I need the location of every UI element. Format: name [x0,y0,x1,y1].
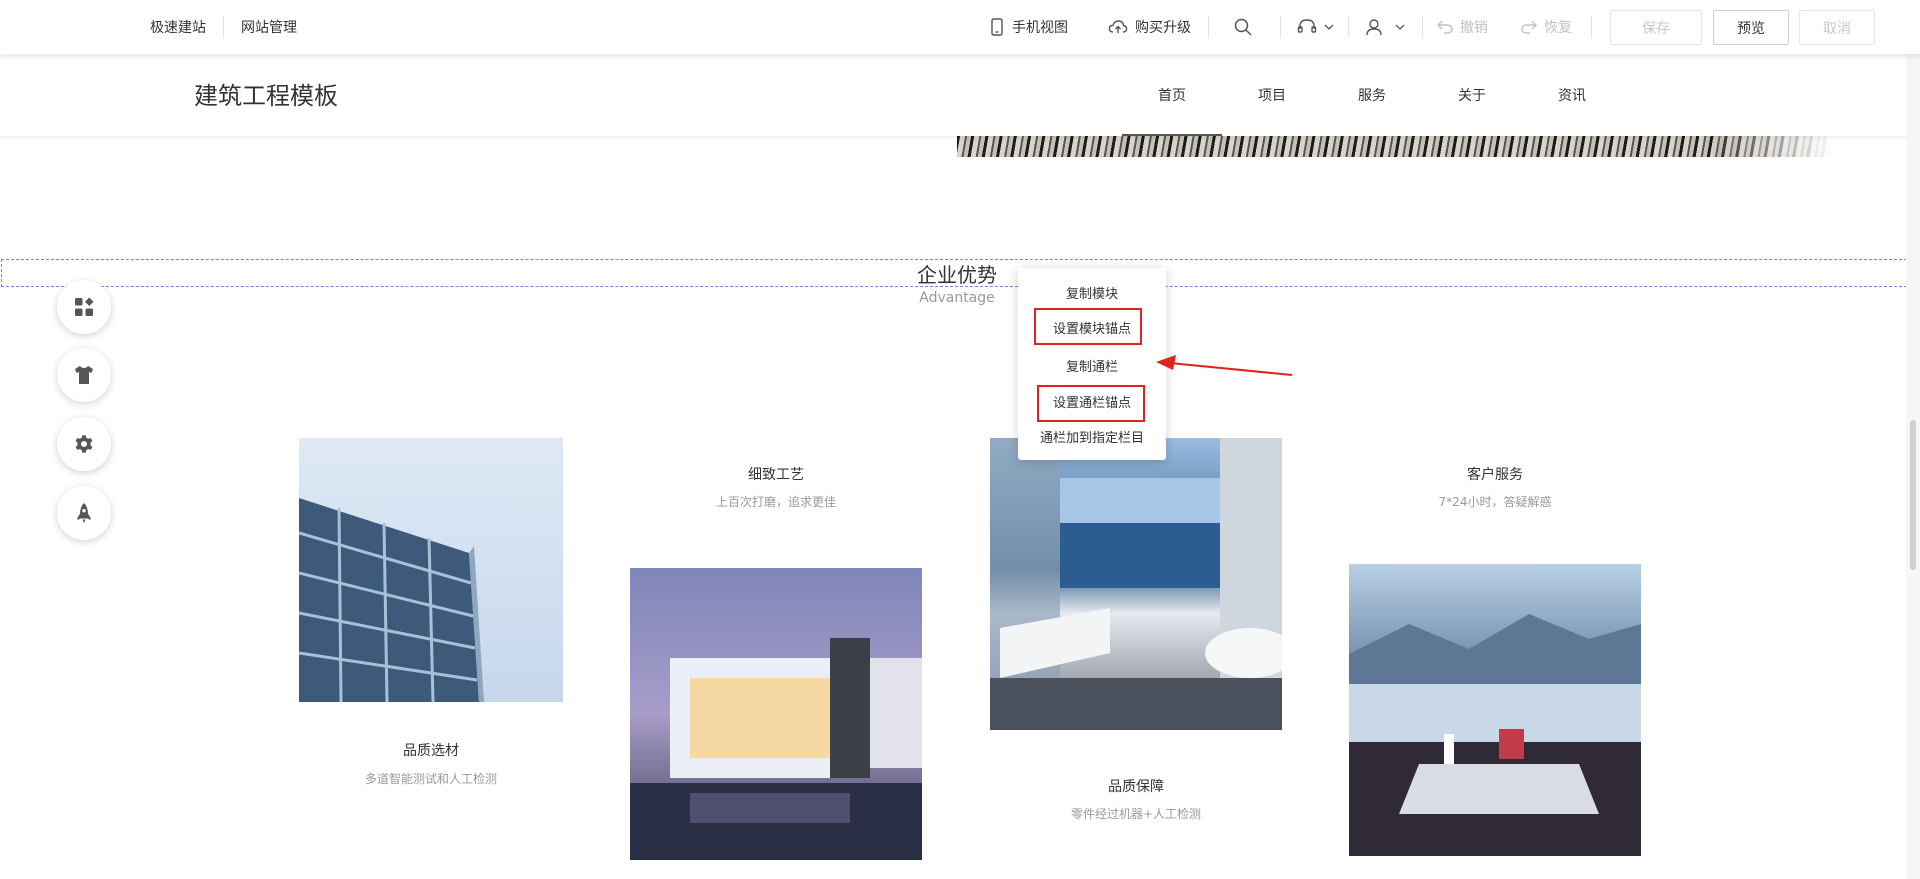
feature-subtitle: 多道智能测试和人工检测 [364,772,497,786]
publish-button[interactable] [57,486,111,540]
add-module-button[interactable] [57,280,111,334]
feature-image-materials[interactable] [299,438,563,702]
nav-item-news[interactable]: 资讯 [1522,54,1622,136]
toolbar-divider [1208,16,1209,38]
site-manage-link[interactable]: 网站管理 [241,0,297,54]
quick-build-label: 极速建站 [150,20,206,36]
tshirt-icon [75,366,93,384]
quick-build-link[interactable]: 极速建站 [150,0,206,54]
undo-button[interactable]: 撤销 [1437,0,1488,54]
search-button[interactable] [1234,0,1252,54]
feature-subtitle: 上百次打磨，追求更佳 [715,495,836,509]
nav-item-projects[interactable]: 项目 [1222,54,1322,136]
feature-subtitle: 零件经过机器+人工检测 [1070,807,1202,821]
chevron-down-icon [1324,24,1334,30]
feature-subtitle: 7*24小时，答疑解惑 [1438,495,1552,509]
highlight-box [1037,385,1145,422]
phone-icon [991,18,1003,36]
feature-title: 细致工艺 [748,467,804,483]
undo-label: 撤销 [1460,20,1488,36]
theme-button[interactable] [57,348,111,402]
redo-button[interactable]: 恢复 [1521,0,1572,54]
toolbar-divider [1348,16,1349,38]
toolbar-divider [223,16,224,38]
account-dropdown[interactable] [1365,0,1405,54]
nav-item-about[interactable]: 关于 [1422,54,1522,136]
house-photo [630,638,922,860]
mobile-view-button[interactable]: 手机视图 [989,0,1068,54]
menu-add-row-to-column[interactable]: 通栏加到指定栏目 [1018,423,1166,449]
save-button[interactable]: 保存 [1610,10,1702,45]
mobile-view-label: 手机视图 [1012,20,1068,36]
highlight-box [1034,308,1142,345]
toolbar-divider [1591,16,1592,38]
annotation-arrow [1156,355,1293,376]
menu-copy-module[interactable]: 复制模块 [1018,279,1166,305]
settings-button[interactable] [57,417,111,471]
editor-toolbar: 极速建站 网站管理 手机视图 购买升级 撤销 恢复 保存 预览 取消 [0,0,1920,54]
feature-image-craft[interactable] [630,568,922,860]
redo-label: 恢复 [1544,20,1572,36]
nav-item-home[interactable]: 首页 [1122,54,1222,136]
site-header: 建筑工程模板 首页 项目 服务 关于 资讯 [0,54,1920,136]
lake-terrace-photo [1349,614,1641,856]
toolbar-divider [1422,16,1423,38]
toolbar-divider [1280,16,1281,38]
menu-copy-row[interactable]: 复制通栏 [1018,352,1166,378]
module-context-menu: 复制模块 设置模块锚点 复制通栏 设置通栏锚点 通栏加到指定栏目 [1018,268,1166,460]
apps-add-icon [75,297,94,316]
buy-upgrade-label: 购买升级 [1135,20,1191,36]
buy-upgrade-button[interactable]: 购买升级 [1108,0,1191,54]
redo-icon [1521,20,1537,34]
chevron-down-icon [1395,24,1405,30]
site-manage-label: 网站管理 [241,20,297,36]
gear-icon [75,435,93,453]
scrollbar-thumb[interactable] [1910,420,1916,570]
banner-image [957,136,1913,157]
feature-image-service[interactable] [1349,564,1641,856]
site-title[interactable]: 建筑工程模板 [194,76,338,111]
page-scrollbar[interactable] [1906,54,1920,879]
feature-image-quality[interactable] [990,438,1282,730]
user-icon [1366,19,1382,36]
preview-button[interactable]: 预览 [1713,10,1789,45]
building-photo [299,498,484,702]
cloud-upload-icon [1108,20,1128,33]
nav-item-services[interactable]: 服务 [1322,54,1422,136]
feature-title: 品质保障 [1108,779,1164,795]
undo-icon [1437,20,1453,34]
headset-icon [1297,19,1317,33]
bathroom-photo [990,438,1282,730]
feature-title: 品质选材 [403,743,459,759]
editor-page: 极速建站 网站管理 手机视图 购买升级 撤销 恢复 保存 预览 取消 建筑工程模… [0,0,1920,879]
feature-title: 客户服务 [1467,467,1523,483]
cancel-button[interactable]: 取消 [1799,10,1875,45]
rocket-icon [77,503,91,523]
search-icon [1234,18,1252,36]
section-subtitle: Advantage [919,290,995,306]
section-title: 企业优势 [917,263,997,287]
support-dropdown[interactable] [1297,0,1334,54]
